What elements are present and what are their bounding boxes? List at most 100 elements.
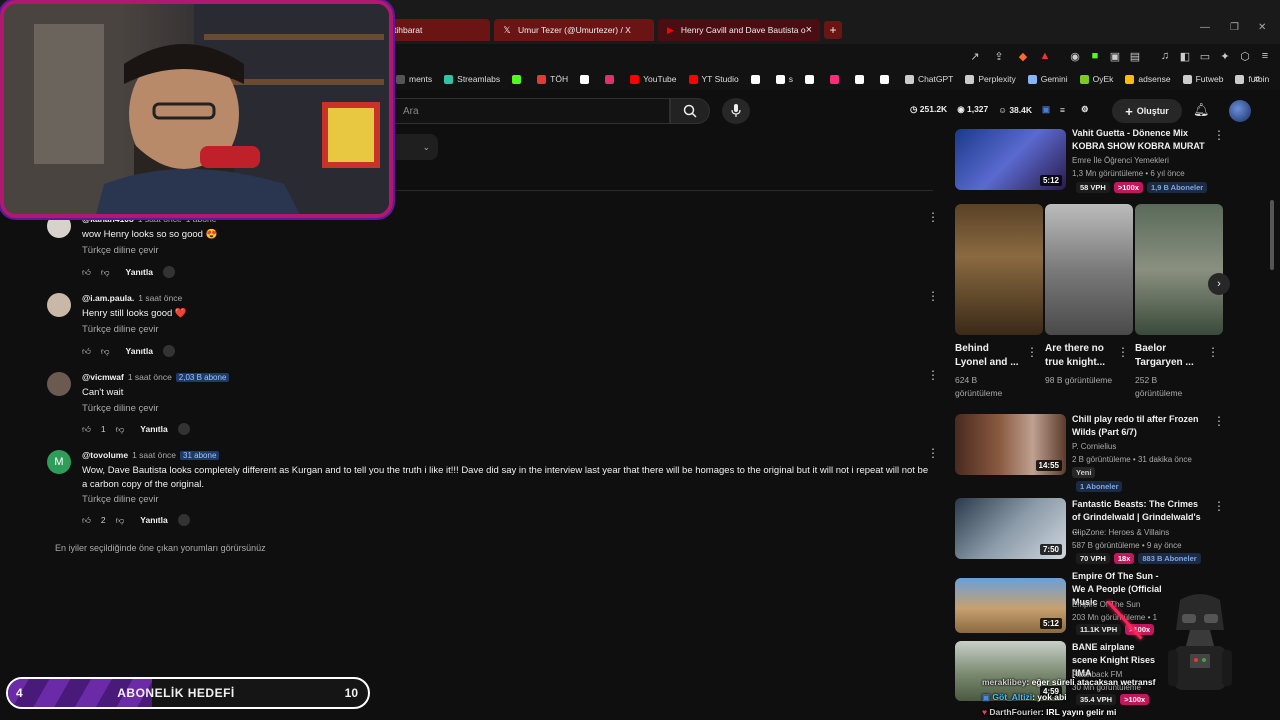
dislike-icon[interactable]: 👎︎ <box>116 515 125 526</box>
bookmark-item[interactable]: YT Studio <box>688 74 739 84</box>
menu-icon[interactable]: ≡ <box>1258 49 1272 63</box>
page-scrollbar[interactable] <box>1270 200 1274 270</box>
like-icon[interactable]: 👍︎ <box>82 346 91 357</box>
bookmark-item[interactable]: ChatGPT <box>904 74 953 84</box>
comment-time[interactable]: 1 saat önce <box>138 293 182 303</box>
bookmark-item[interactable]: Futweb <box>1182 74 1223 84</box>
tool-icon[interactable]: ⚙ <box>1081 104 1089 115</box>
extension-icon[interactable]: ◉ <box>1068 49 1082 63</box>
puzzle-icon[interactable]: ✦ <box>1218 49 1232 63</box>
tab-2[interactable]: 𝕏 Umur Tezer (@Umurtezer) / X <box>494 19 654 41</box>
short-title[interactable]: Baelor Targaryen ... <box>1135 342 1201 370</box>
extension-icon[interactable]: ■ <box>1088 49 1102 63</box>
bookmark-item[interactable] <box>512 74 525 84</box>
bookmark-item[interactable]: OyEk <box>1079 74 1113 84</box>
reply-button[interactable]: Yanıtla <box>140 515 167 525</box>
reply-button[interactable]: Yanıtla <box>126 267 153 277</box>
short-thumbnail[interactable] <box>1135 204 1223 335</box>
more-actions-icon[interactable]: ⋮ <box>1026 345 1038 359</box>
comment-author[interactable]: @tovolume <box>82 450 128 460</box>
dislike-icon[interactable]: 👎︎ <box>101 346 110 357</box>
bookmark-item[interactable] <box>879 74 893 84</box>
bookmark-item[interactable]: s <box>775 74 793 84</box>
minimize-icon[interactable]: — <box>1200 22 1210 33</box>
extension-icon[interactable]: ▤ <box>1128 49 1142 63</box>
new-tab-button[interactable]: + <box>824 21 842 39</box>
video-channel[interactable]: P. Cornielius <box>1072 440 1116 453</box>
bookmark-item[interactable]: Streamlabs <box>444 74 500 84</box>
creator-heart-icon[interactable] <box>177 514 190 526</box>
translate-link[interactable]: Türkçe diline çevir <box>82 245 159 256</box>
maximize-icon[interactable]: ❐ <box>1230 22 1239 33</box>
extension-icon[interactable]: ▣ <box>1108 49 1122 63</box>
dislike-icon[interactable]: 👎︎ <box>116 424 125 435</box>
close-window-icon[interactable]: ✕ <box>1258 22 1266 33</box>
like-icon[interactable]: 👍︎ <box>82 515 91 526</box>
alert-icon[interactable]: ▲ <box>1038 49 1052 63</box>
bookmark-item[interactable]: ments <box>396 74 432 84</box>
bookmark-item[interactable] <box>804 74 818 84</box>
bookmarks-more-icon[interactable]: » <box>1254 73 1260 85</box>
bookmark-item[interactable]: TÖH <box>537 74 568 84</box>
video-channel[interactable]: Empire Of The Sun <box>1072 598 1140 611</box>
like-icon[interactable]: 👍︎ <box>82 267 91 278</box>
video-title[interactable]: Chill play redo til after Frozen Wilds (… <box>1072 413 1207 439</box>
close-tab-icon[interactable]: × <box>806 24 812 36</box>
reply-button[interactable]: Yanıtla <box>140 424 167 434</box>
bookmark-item[interactable] <box>605 74 618 84</box>
music-icon[interactable]: ♫ <box>1158 49 1172 63</box>
vpn-icon[interactable]: ⬡ <box>1238 49 1252 63</box>
comment-time[interactable]: 1 saat önce <box>132 450 176 460</box>
wallet-icon[interactable]: ▭ <box>1198 49 1212 63</box>
creator-heart-icon[interactable] <box>162 266 175 278</box>
dislike-icon[interactable]: 👎︎ <box>101 267 110 278</box>
video-thumbnail[interactable]: 7:50 <box>955 498 1066 559</box>
account-avatar[interactable] <box>1229 100 1251 122</box>
video-thumbnail[interactable]: 5:12 <box>955 578 1066 633</box>
more-actions-icon[interactable]: ⋮ <box>1213 414 1225 428</box>
bookmark-item[interactable] <box>854 74 868 84</box>
create-button[interactable]: + Oluştur <box>1112 99 1182 123</box>
short-thumbnail[interactable] <box>1045 204 1133 335</box>
commenter-avatar[interactable]: M <box>47 450 71 474</box>
more-actions-icon[interactable]: ⋮ <box>927 368 939 382</box>
more-actions-icon[interactable]: ⋮ <box>927 210 939 224</box>
bookmark-item[interactable] <box>829 74 843 84</box>
video-thumbnail[interactable]: 5:12 <box>955 129 1066 190</box>
external-link-icon[interactable]: ↗ <box>968 49 982 63</box>
bookmark-item[interactable]: YouTube <box>630 74 677 84</box>
comment-sort-dropdown[interactable]: ⌄ <box>392 134 438 160</box>
comment-author[interactable]: @i.am.paula. <box>82 293 134 303</box>
bookmark-item[interactable] <box>750 74 764 84</box>
video-channel[interactable]: ClipZone: Heroes & Villains <box>1072 526 1169 539</box>
sidebar-icon[interactable]: ◧ <box>1178 49 1192 63</box>
bookmark-item[interactable]: futbin <box>1235 74 1269 84</box>
translate-link[interactable]: Türkçe diline çevir <box>82 324 159 335</box>
reply-button[interactable]: Yanıtla <box>126 346 153 356</box>
more-actions-icon[interactable]: ⋮ <box>1213 499 1225 513</box>
creator-heart-icon[interactable] <box>177 423 190 435</box>
comment-author[interactable]: @vicmwaf <box>82 372 124 382</box>
creator-heart-icon[interactable] <box>162 345 175 357</box>
video-channel[interactable]: Emre İle Öğrenci Yemekleri <box>1072 154 1169 167</box>
extension-icon[interactable]: ▣ <box>1042 104 1050 115</box>
search-button[interactable] <box>670 98 710 124</box>
voice-search-button[interactable] <box>722 98 750 124</box>
shorts-next-button[interactable]: › <box>1208 273 1230 295</box>
more-actions-icon[interactable]: ⋮ <box>1213 128 1225 142</box>
bookmark-item[interactable]: Perplexity <box>965 74 1016 84</box>
more-actions-icon[interactable]: ⋮ <box>1207 345 1219 359</box>
commenter-avatar[interactable] <box>47 372 71 396</box>
bookmark-item[interactable]: adsense <box>1125 74 1171 84</box>
list-icon[interactable]: ≡ <box>1060 105 1065 115</box>
bookmark-item[interactable] <box>580 74 593 84</box>
translate-link[interactable]: Türkçe diline çevir <box>82 403 159 414</box>
more-actions-icon[interactable]: ⋮ <box>927 446 939 460</box>
more-actions-icon[interactable]: ⋮ <box>1117 345 1129 359</box>
short-thumbnail[interactable] <box>955 204 1043 335</box>
search-input[interactable]: Ara <box>392 98 670 124</box>
video-title[interactable]: Vahit Guetta - Dönence Mix KOBRA SHOW KO… <box>1072 127 1207 153</box>
notifications-bell-icon[interactable]: 🔔︎ <box>1193 102 1210 118</box>
video-thumbnail[interactable]: 14:55 <box>955 414 1066 475</box>
commenter-avatar[interactable] <box>47 293 71 317</box>
